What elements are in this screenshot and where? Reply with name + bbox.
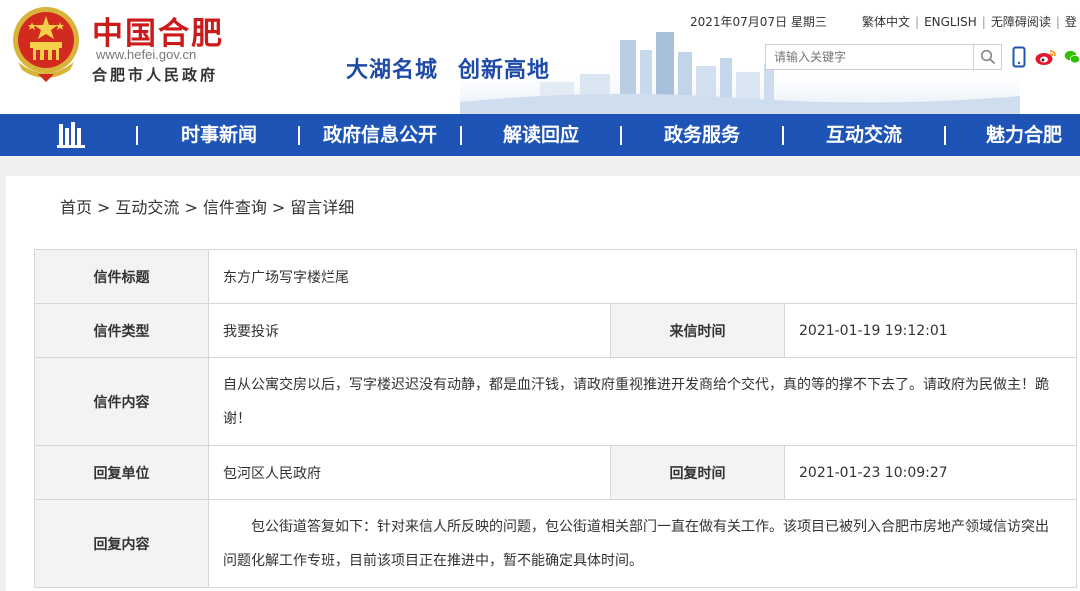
search-button[interactable] <box>973 45 1001 69</box>
top-links: 繁体中文 | ENGLISH | 无障碍阅读 | 登 <box>862 15 1077 29</box>
letter-type-label: 信件类型 <box>34 303 209 358</box>
letter-type-value: 我要投诉 <box>208 303 611 358</box>
breadcrumb: 首页 > 互动交流 > 信件查询 > 留言详细 <box>60 194 354 218</box>
table-row: 回复内容 包公街道答复如下：针对来信人所反映的问题，包公街道相关部门一直在做有关… <box>34 499 1078 588</box>
nav-item-interpretation[interactable]: 解读回应 <box>462 114 620 156</box>
slogan-left: 大湖名城 <box>346 57 439 83</box>
letter-content-label: 信件内容 <box>34 357 209 446</box>
site-header: 中国合肥 www.hefei.gov.cn 合肥市人民政府 大湖名城 创新高地 2… <box>0 0 1080 114</box>
breadcrumb-home[interactable]: 首页 <box>60 198 92 217</box>
reply-unit-value: 包河区人民政府 <box>208 445 611 500</box>
table-row: 回复单位 包河区人民政府 回复时间 2021-01-23 10:09:27 <box>34 445 1078 500</box>
link-accessibility[interactable]: 无障碍阅读 <box>991 15 1051 29</box>
site-url: www.hefei.gov.cn <box>96 47 197 62</box>
weibo-icon <box>1035 50 1056 65</box>
link-english[interactable]: ENGLISH <box>924 15 977 29</box>
search-icon <box>980 49 995 65</box>
search-input[interactable] <box>766 45 966 69</box>
reply-date-value: 2021-01-23 10:09:27 <box>783 445 1078 500</box>
nav-item-gov-info[interactable]: 政府信息公开 <box>300 114 460 156</box>
table-row: 信件标题 东方广场写字楼烂尾 <box>34 249 1078 304</box>
breadcrumb-separator: > <box>184 198 198 217</box>
letter-title-label: 信件标题 <box>34 249 209 304</box>
letter-date-label: 来信时间 <box>610 303 785 358</box>
search-box <box>765 44 1002 70</box>
table-row: 信件类型 我要投诉 来信时间 2021-01-19 19:12:01 <box>34 303 1078 358</box>
nav-item-news[interactable]: 时事新闻 <box>140 114 298 156</box>
slogan: 大湖名城 创新高地 <box>346 52 550 84</box>
nav-item-charm-hefei[interactable]: 魅力合肥 <box>946 114 1080 156</box>
current-date: 2021年07月07日 星期三 <box>690 15 827 29</box>
national-emblem-icon[interactable] <box>8 4 84 84</box>
reply-unit-label: 回复单位 <box>34 445 209 500</box>
wechat-icon <box>1064 50 1080 64</box>
mobile-app-button[interactable] <box>1010 44 1028 70</box>
breadcrumb-separator: > <box>97 198 111 217</box>
link-login[interactable]: 登 <box>1065 15 1077 29</box>
main-nav: 时事新闻 政府信息公开 解读回应 政务服务 互动交流 魅力合肥 <box>0 114 1080 156</box>
nav-item-interaction[interactable]: 互动交流 <box>784 114 944 156</box>
site-organization: 合肥市人民政府 <box>92 66 219 84</box>
breadcrumb-current: 留言详细 <box>290 198 355 217</box>
letter-detail-table: 信件标题 东方广场写字楼烂尾 信件类型 我要投诉 来信时间 2021-01-19… <box>34 249 1078 588</box>
breadcrumb-interaction[interactable]: 互动交流 <box>115 198 179 217</box>
reply-content-value: 包公街道答复如下：针对来信人所反映的问题，包公街道相关部门一直在做有关工作。该项… <box>207 499 1078 588</box>
weibo-button[interactable] <box>1034 44 1058 70</box>
table-row: 信件内容 自从公寓交房以后，写字楼迟迟没有动静，都是血汗钱，请政府重视推进开发商… <box>34 357 1078 446</box>
mobile-icon <box>1012 46 1026 68</box>
slogan-right: 创新高地 <box>458 57 551 83</box>
letter-content-value: 自从公寓交房以后，写字楼迟迟没有动静，都是血汗钱，请政府重视推进开发商给个交代，… <box>207 357 1078 446</box>
nav-separator <box>136 126 138 145</box>
reply-content-label: 回复内容 <box>34 499 209 588</box>
link-traditional-chinese[interactable]: 繁体中文 <box>862 15 910 29</box>
reply-date-label: 回复时间 <box>610 445 785 500</box>
breadcrumb-letter-query[interactable]: 信件查询 <box>203 198 267 217</box>
nav-item-services[interactable]: 政务服务 <box>622 114 782 156</box>
letter-date-value: 2021-01-19 19:12:01 <box>783 303 1078 358</box>
building-logo-icon[interactable] <box>57 122 87 148</box>
wechat-button[interactable] <box>1064 44 1080 70</box>
letter-title-value: 东方广场写字楼烂尾 <box>207 249 1078 304</box>
breadcrumb-separator: > <box>271 198 286 217</box>
